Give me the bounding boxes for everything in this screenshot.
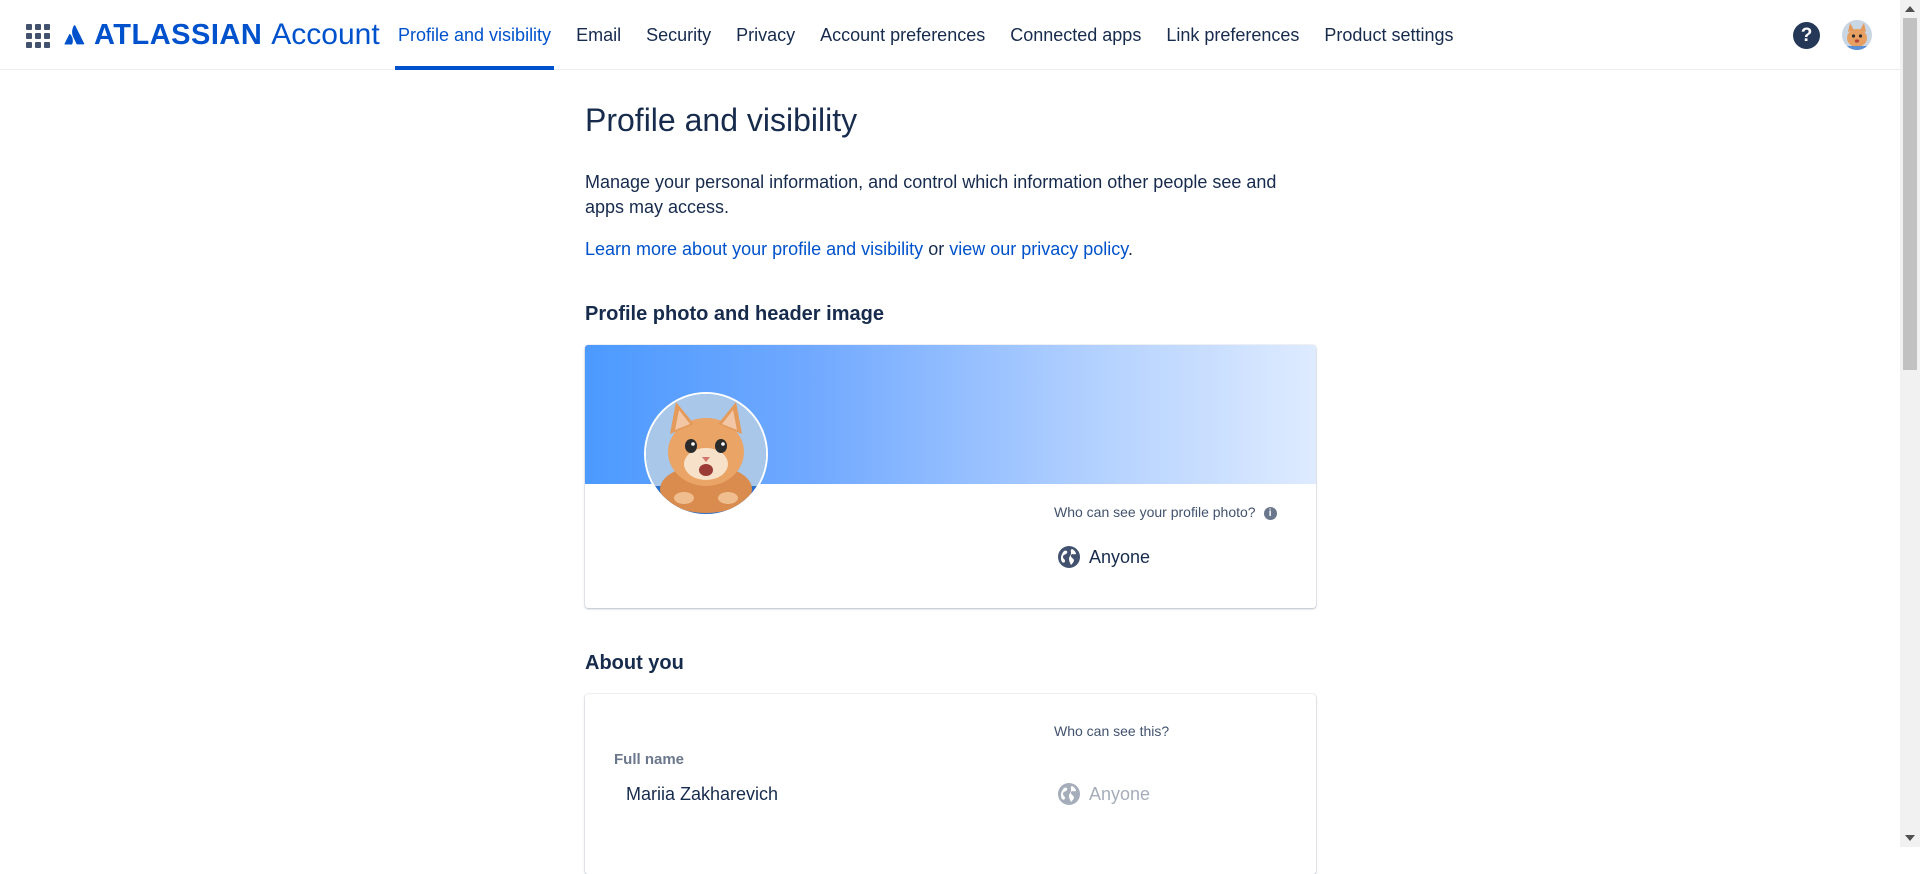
vertical-scrollbar[interactable]: [1900, 0, 1920, 847]
top-navigation: ATLASSIAN Account Profile and visibility…: [0, 0, 1900, 70]
page-title: Profile and visibility: [585, 102, 858, 138]
tab-connected-apps[interactable]: Connected apps: [1007, 0, 1144, 70]
account-tabs: Profile and visibility Email Security Pr…: [395, 0, 1475, 70]
profile-photo-card: Who can see your profile photo? i Anyone: [585, 345, 1316, 608]
scroll-down-arrow-icon[interactable]: [1905, 835, 1915, 841]
kitten-photo-icon: [646, 394, 766, 514]
kitten-avatar-icon: [1842, 20, 1872, 50]
full-name-visibility: Anyone: [1057, 782, 1150, 806]
tab-email[interactable]: Email: [573, 0, 624, 70]
question-icon[interactable]: ?: [1793, 22, 1820, 49]
about-section-title: About you: [585, 652, 684, 674]
privacy-policy-link[interactable]: view our privacy policy: [949, 239, 1128, 259]
about-visibility-question: Who can see this?: [1054, 723, 1170, 739]
learn-more-link[interactable]: Learn more about your profile and visibi…: [585, 239, 923, 259]
photo-visibility-question: Who can see your profile photo? i: [1054, 504, 1277, 520]
user-avatar[interactable]: [1842, 20, 1872, 50]
tab-account-preferences[interactable]: Account preferences: [817, 0, 988, 70]
profile-photo[interactable]: [644, 392, 768, 516]
brand-product: Account: [271, 18, 380, 51]
tab-product-settings[interactable]: Product settings: [1321, 0, 1456, 70]
full-name-label: Full name: [614, 751, 685, 768]
scrollbar-thumb[interactable]: [1903, 18, 1917, 370]
full-name-field[interactable]: Mariia Zakharevich: [626, 784, 778, 805]
photo-section-title: Profile photo and header image: [585, 303, 884, 325]
tab-security[interactable]: Security: [643, 0, 714, 70]
page-intro: Manage your personal information, and co…: [585, 172, 1277, 217]
tab-link-preferences[interactable]: Link preferences: [1163, 0, 1302, 70]
globe-icon: [1058, 546, 1080, 568]
atlassian-logo-icon: [64, 25, 85, 45]
photo-visibility-value: Anyone: [1089, 546, 1151, 567]
tab-profile-and-visibility[interactable]: Profile and visibility: [395, 0, 555, 70]
globe-icon: [1058, 783, 1080, 805]
help-links: Learn more about your profile and visibi…: [585, 237, 1133, 262]
tab-privacy[interactable]: Privacy: [733, 0, 798, 70]
links-joiner: or: [923, 239, 950, 259]
info-icon[interactable]: i: [1263, 507, 1277, 520]
scroll-up-arrow-icon[interactable]: [1905, 6, 1915, 12]
photo-visibility-selector[interactable]: Anyone: [1057, 545, 1150, 569]
app-switcher-icon[interactable]: [26, 24, 50, 48]
links-end: .: [1127, 239, 1133, 259]
full-name-visibility-value: Anyone: [1089, 783, 1151, 804]
about-you-card: Who can see this? Full name Mariia Zakha…: [585, 694, 1316, 874]
atlassian-logo[interactable]: ATLASSIAN Account: [64, 16, 380, 54]
brand-name: ATLASSIAN: [94, 18, 263, 51]
photo-visibility-label: Who can see your profile photo?: [1054, 504, 1256, 520]
